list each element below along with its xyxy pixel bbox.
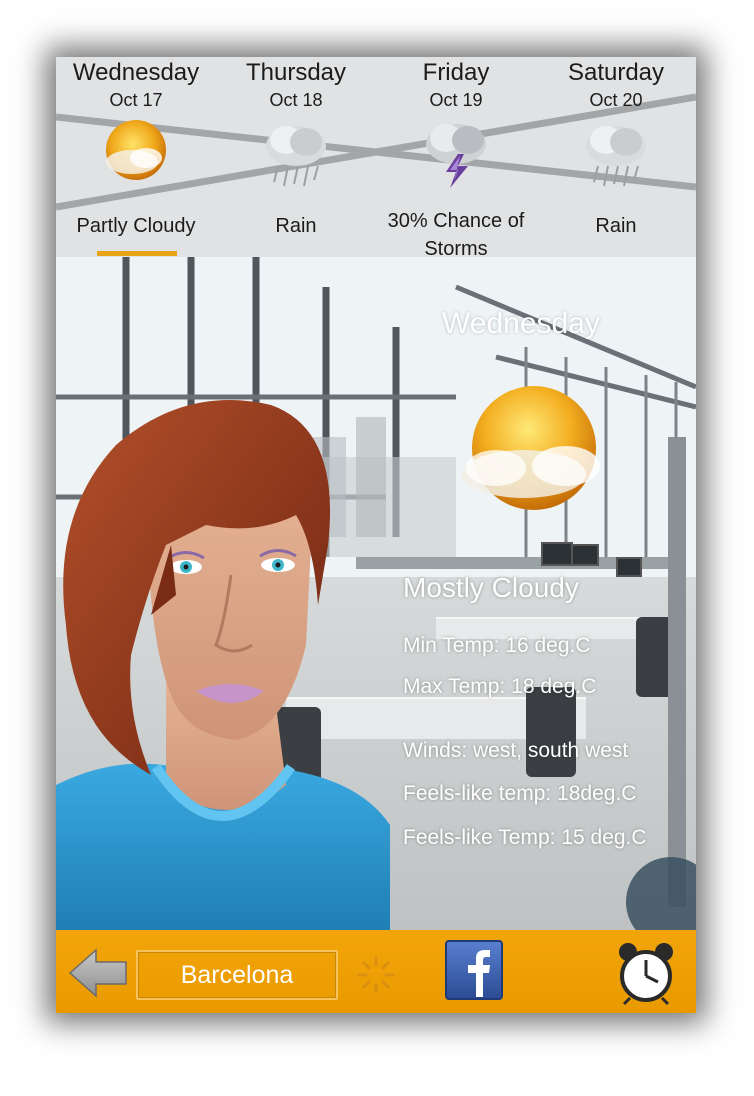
day-name: Wednesday <box>72 59 200 86</box>
day-condition: Rain <box>595 215 637 237</box>
city-selector[interactable]: Barcelona <box>136 950 338 1000</box>
detail-condition: Mostly Cloudy <box>403 572 579 603</box>
day-condition: Rain <box>275 215 317 237</box>
loading-spinner-icon <box>357 956 395 994</box>
city-name: Barcelona <box>180 961 294 989</box>
forecast-strip: Wednesday Oct 17 Partly Cloudy Thursday … <box>56 57 696 260</box>
max-temp: Max Temp: 18 deg.C <box>403 675 597 698</box>
selected-day-indicator <box>97 251 177 256</box>
facebook-icon[interactable] <box>444 939 506 1003</box>
forecast-day-thursday[interactable]: Thursday Oct 18 Rain <box>216 57 376 257</box>
forecast-day-wednesday[interactable]: Wednesday Oct 17 Partly Cloudy <box>56 57 216 257</box>
partly-cloudy-icon <box>106 120 166 180</box>
back-arrow-icon[interactable] <box>68 948 128 998</box>
office-chair <box>526 687 576 777</box>
monitor <box>571 544 599 566</box>
day-condition: 30% Chance of Storms <box>376 207 536 263</box>
partition <box>668 437 686 907</box>
day-date: Oct 17 <box>109 90 163 110</box>
day-name: Thursday <box>245 59 347 86</box>
day-date: Oct 20 <box>589 90 643 110</box>
day-date: Oct 19 <box>429 90 483 110</box>
feels-like-temp: Feels-like temp: 18deg.C <box>403 782 637 805</box>
forecast-day-friday[interactable]: Friday Oct 19 30% Chance of Storms <box>376 57 536 260</box>
min-temp: Min Temp: 16 deg.C <box>403 634 591 657</box>
bottom-toolbar: Barcelona <box>56 930 696 1013</box>
day-condition: Partly Cloudy <box>76 215 196 237</box>
winds: Winds: west, south west <box>403 739 629 762</box>
app-frame: Wednesday Oct 17 Partly Cloudy Thursday … <box>56 57 696 1013</box>
day-condition-line2: Storms <box>424 238 488 260</box>
avatar-woman <box>56 400 390 930</box>
day-name: Saturday <box>567 59 665 86</box>
detail-day-title: Wednesday <box>442 307 600 340</box>
alarm-clock-icon[interactable] <box>616 940 676 1006</box>
forecast-day-saturday[interactable]: Saturday Oct 20 Rain <box>536 57 696 257</box>
rain-icon <box>586 126 646 187</box>
day-name: Friday <box>422 59 490 86</box>
monitor <box>616 557 642 577</box>
day-condition-line1: 30% Chance of <box>387 210 525 232</box>
day-date: Oct 18 <box>269 90 323 110</box>
thunderstorm-icon <box>426 124 486 188</box>
feels-like-temp-2: Feels-like Temp: 15 deg.C <box>403 826 647 849</box>
partly-cloudy-icon <box>462 386 600 510</box>
monitor <box>541 542 573 566</box>
rain-icon <box>266 126 326 187</box>
